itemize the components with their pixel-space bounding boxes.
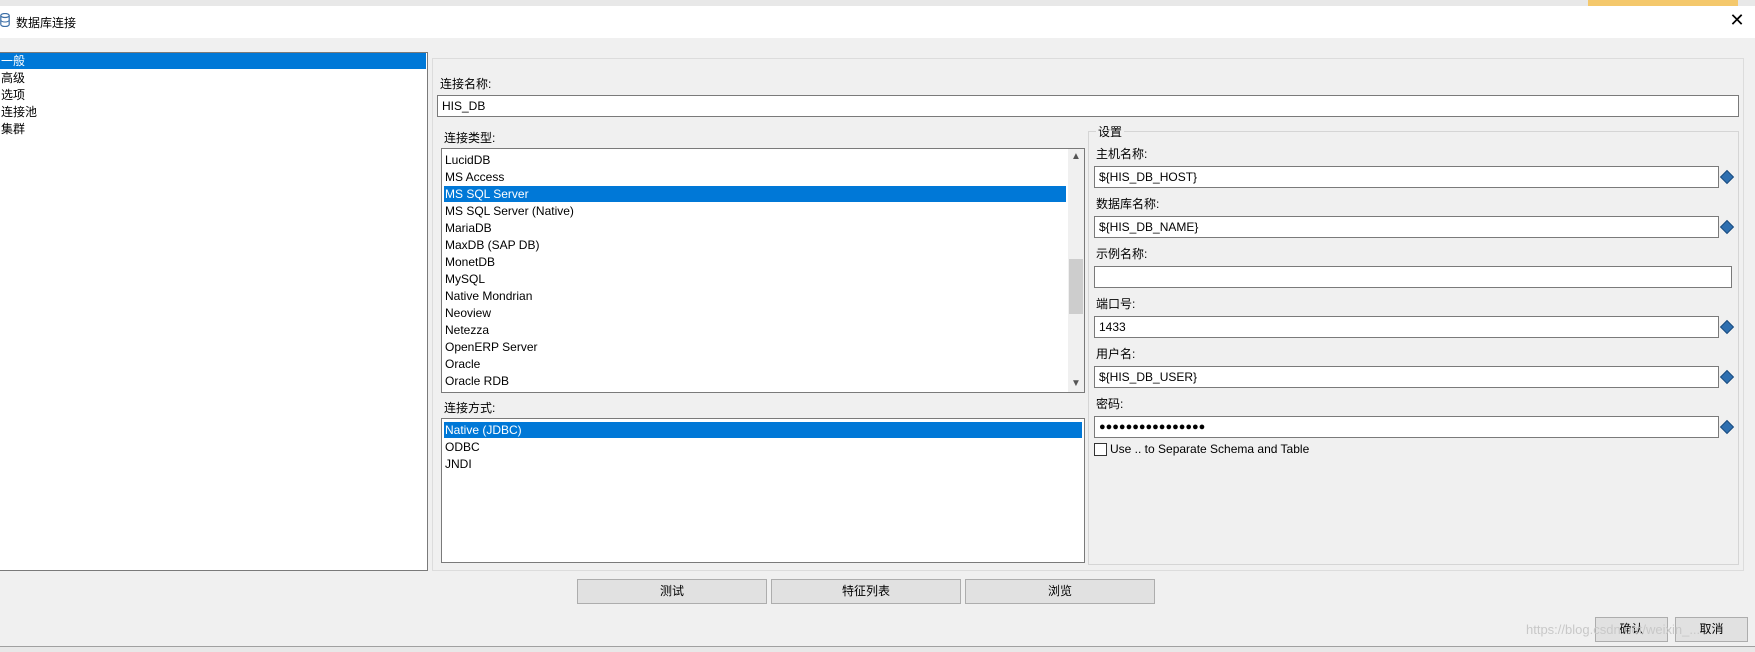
list-item[interactable]: MaxDB (SAP DB) [444,237,1066,253]
database-icon [0,13,10,27]
scroll-down-icon[interactable]: ▼ [1068,376,1084,392]
list-item[interactable]: LucidDB [444,152,1066,168]
scroll-up-icon[interactable]: ▲ [1068,149,1084,165]
browse-button[interactable]: 浏览 [965,579,1155,604]
username-input[interactable]: ${HIS_DB_USER} [1094,366,1719,388]
nav-item-clustering[interactable]: 集群 [0,121,426,137]
list-item[interactable]: Oracle [444,356,1066,372]
list-item[interactable]: JNDI [444,456,1082,472]
port-label: 端口号: [1096,297,1136,311]
dialog-title: 数据库连接 [16,16,77,30]
list-item[interactable]: Native Mondrian [444,288,1066,304]
connection-type-label: 连接类型: [444,131,496,145]
list-item[interactable]: OpenERP Server [444,339,1066,355]
title-bar [0,6,1755,38]
settings-group-title: 设置 [1096,123,1125,140]
test-button[interactable]: 测试 [577,579,767,604]
feature-list-button[interactable]: 特征列表 [771,579,961,604]
list-item[interactable]: MariaDB [444,220,1066,236]
connection-type-scrollbar[interactable]: ▲ ▼ [1068,149,1084,392]
host-input[interactable]: ${HIS_DB_HOST} [1094,166,1719,188]
connection-name-input[interactable]: HIS_DB [437,95,1739,117]
nav-item-general[interactable]: 一般 [0,53,426,69]
settings-group [1088,131,1739,565]
list-item[interactable]: Neoview [444,305,1066,321]
list-item[interactable]: MySQL [444,271,1066,287]
instance-name-input[interactable] [1094,266,1732,288]
list-item-selected[interactable]: Native (JDBC) [444,422,1082,438]
list-item[interactable]: Oracle RDB [444,373,1066,389]
list-item[interactable]: Netezza [444,322,1066,338]
access-method-label: 连接方式: [444,401,496,415]
nav-item-options[interactable]: 选项 [0,87,426,103]
separate-schema-label: Use .. to Separate Schema and Table [1110,442,1310,456]
list-item[interactable]: ODBC [444,439,1082,455]
password-label: 密码: [1096,397,1124,411]
scroll-thumb[interactable] [1069,259,1083,314]
password-input[interactable]: ●●●●●●●●●●●●●●●● [1094,416,1719,438]
list-item[interactable]: MS SQL Server (Native) [444,203,1066,219]
port-input[interactable]: 1433 [1094,316,1719,338]
close-button[interactable]: ✕ [1727,10,1747,30]
database-name-input[interactable]: ${HIS_DB_NAME} [1094,216,1719,238]
connection-name-label: 连接名称: [440,77,492,91]
watermark-text: https://blog.csdn.net/weixin_... [1526,622,1701,637]
instance-name-label: 示例名称: [1096,247,1148,261]
nav-item-pooling[interactable]: 连接池 [0,104,426,120]
separate-schema-checkbox[interactable] [1094,443,1107,456]
list-item[interactable]: MS Access [444,169,1066,185]
list-item[interactable]: MonetDB [444,254,1066,270]
host-label: 主机名称: [1096,147,1148,161]
list-item-selected[interactable]: MS SQL Server [444,186,1066,202]
access-method-list[interactable]: Native (JDBC) ODBC JNDI [441,418,1085,563]
nav-item-advanced[interactable]: 高级 [0,70,426,86]
username-label: 用户名: [1096,347,1136,361]
settings-nav-list: 一般 高级 选项 连接池 集群 [0,52,428,571]
connection-type-list[interactable]: LucidDB MS Access MS SQL Server MS SQL S… [441,148,1085,393]
database-name-label: 数据库名称: [1096,197,1160,211]
